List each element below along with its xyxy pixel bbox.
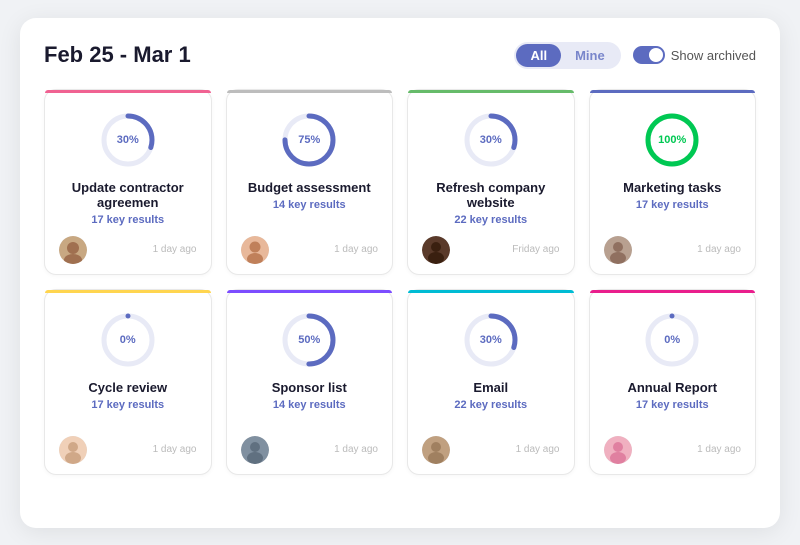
card-title: Annual Report (604, 380, 742, 395)
card-footer: 1 day ago (241, 236, 379, 264)
page-title: Feb 25 - Mar 1 (44, 42, 191, 68)
card-top-border (590, 290, 756, 293)
avatar (59, 236, 87, 264)
project-card[interactable]: 50% Sponsor list 14 key results 1 day ago (226, 289, 394, 475)
avatar (422, 236, 450, 264)
donut-chart: 0% (642, 310, 702, 370)
header-controls: All Mine Show archived (514, 42, 756, 69)
card-title: Cycle review (59, 380, 197, 395)
card-footer: 1 day ago (59, 436, 197, 464)
card-chart: 30% (422, 310, 560, 370)
project-card[interactable]: 0% Annual Report 17 key results 1 day ago (589, 289, 757, 475)
card-chart: 0% (604, 310, 742, 370)
card-key-results: 17 key results (604, 199, 742, 211)
card-chart: 50% (241, 310, 379, 370)
project-card[interactable]: 30% Update contractor agreemen 17 key resu… (44, 89, 212, 275)
card-top-border (45, 90, 211, 93)
donut-label: 100% (658, 134, 686, 146)
avatar (241, 236, 269, 264)
card-top-border (408, 90, 574, 93)
project-card[interactable]: 75% Budget assessment 14 key results 1 day … (226, 89, 394, 275)
donut-label: 50% (298, 334, 320, 346)
donut-chart: 30% (461, 110, 521, 170)
card-time: 1 day ago (153, 244, 197, 255)
show-archived-label: Show archived (671, 48, 756, 63)
card-chart: 0% (59, 310, 197, 370)
card-time: 1 day ago (334, 244, 378, 255)
card-time: 1 day ago (697, 244, 741, 255)
card-time: 1 day ago (334, 444, 378, 455)
card-time: 1 day ago (153, 444, 197, 455)
card-title: Email (422, 380, 560, 395)
avatar (59, 436, 87, 464)
avatar (604, 236, 632, 264)
show-archived-toggle[interactable]: Show archived (633, 46, 756, 64)
card-title: Refresh company website (422, 180, 560, 210)
donut-chart: 30% (98, 110, 158, 170)
donut-chart: 100% (642, 110, 702, 170)
app-container: Feb 25 - Mar 1 All Mine Show archived 30… (20, 18, 780, 528)
card-time: 1 day ago (516, 444, 560, 455)
toggle-switch[interactable] (633, 46, 665, 64)
card-time: 1 day ago (697, 444, 741, 455)
card-key-results: 14 key results (241, 199, 379, 211)
donut-label: 0% (664, 334, 680, 346)
filter-mine-button[interactable]: Mine (561, 44, 619, 67)
card-footer: 1 day ago (59, 236, 197, 264)
donut-chart: 75% (279, 110, 339, 170)
card-top-border (408, 290, 574, 293)
card-footer: 1 day ago (604, 236, 742, 264)
card-key-results: 17 key results (59, 399, 197, 411)
card-time: Friday ago (512, 244, 559, 255)
card-footer: 1 day ago (604, 436, 742, 464)
card-footer: 1 day ago (422, 436, 560, 464)
donut-chart: 0% (98, 310, 158, 370)
card-chart: 30% (59, 110, 197, 170)
filter-all-button[interactable]: All (516, 44, 561, 67)
project-card[interactable]: 100% Marketing tasks 17 key results 1 day a… (589, 89, 757, 275)
filter-buttons: All Mine (514, 42, 620, 69)
card-top-border (45, 290, 211, 293)
card-key-results: 17 key results (604, 399, 742, 411)
avatar (241, 436, 269, 464)
card-title: Marketing tasks (604, 180, 742, 195)
card-title: Budget assessment (241, 180, 379, 195)
header: Feb 25 - Mar 1 All Mine Show archived (44, 42, 756, 69)
card-key-results: 22 key results (422, 214, 560, 226)
card-key-results: 17 key results (59, 214, 197, 226)
card-key-results: 22 key results (422, 399, 560, 411)
card-footer: Friday ago (422, 236, 560, 264)
donut-chart: 30% (461, 310, 521, 370)
card-top-border (227, 290, 393, 293)
donut-chart: 50% (279, 310, 339, 370)
donut-label: 30% (117, 134, 139, 146)
cards-grid: 30% Update contractor agreemen 17 key resu… (44, 89, 756, 475)
card-chart: 30% (422, 110, 560, 170)
card-title: Update contractor agreemen (59, 180, 197, 210)
avatar (422, 436, 450, 464)
card-key-results: 14 key results (241, 399, 379, 411)
project-card[interactable]: 30% Email 22 key results 1 day ago (407, 289, 575, 475)
card-chart: 75% (241, 110, 379, 170)
avatar (604, 436, 632, 464)
card-chart: 100% (604, 110, 742, 170)
donut-label: 30% (480, 334, 502, 346)
donut-label: 75% (298, 134, 320, 146)
project-card[interactable]: 30% Refresh company website 22 key results… (407, 89, 575, 275)
card-title: Sponsor list (241, 380, 379, 395)
card-top-border (590, 90, 756, 93)
donut-label: 30% (480, 134, 502, 146)
donut-label: 0% (120, 334, 136, 346)
card-top-border (227, 90, 393, 93)
card-footer: 1 day ago (241, 436, 379, 464)
project-card[interactable]: 0% Cycle review 17 key results 1 day ago (44, 289, 212, 475)
